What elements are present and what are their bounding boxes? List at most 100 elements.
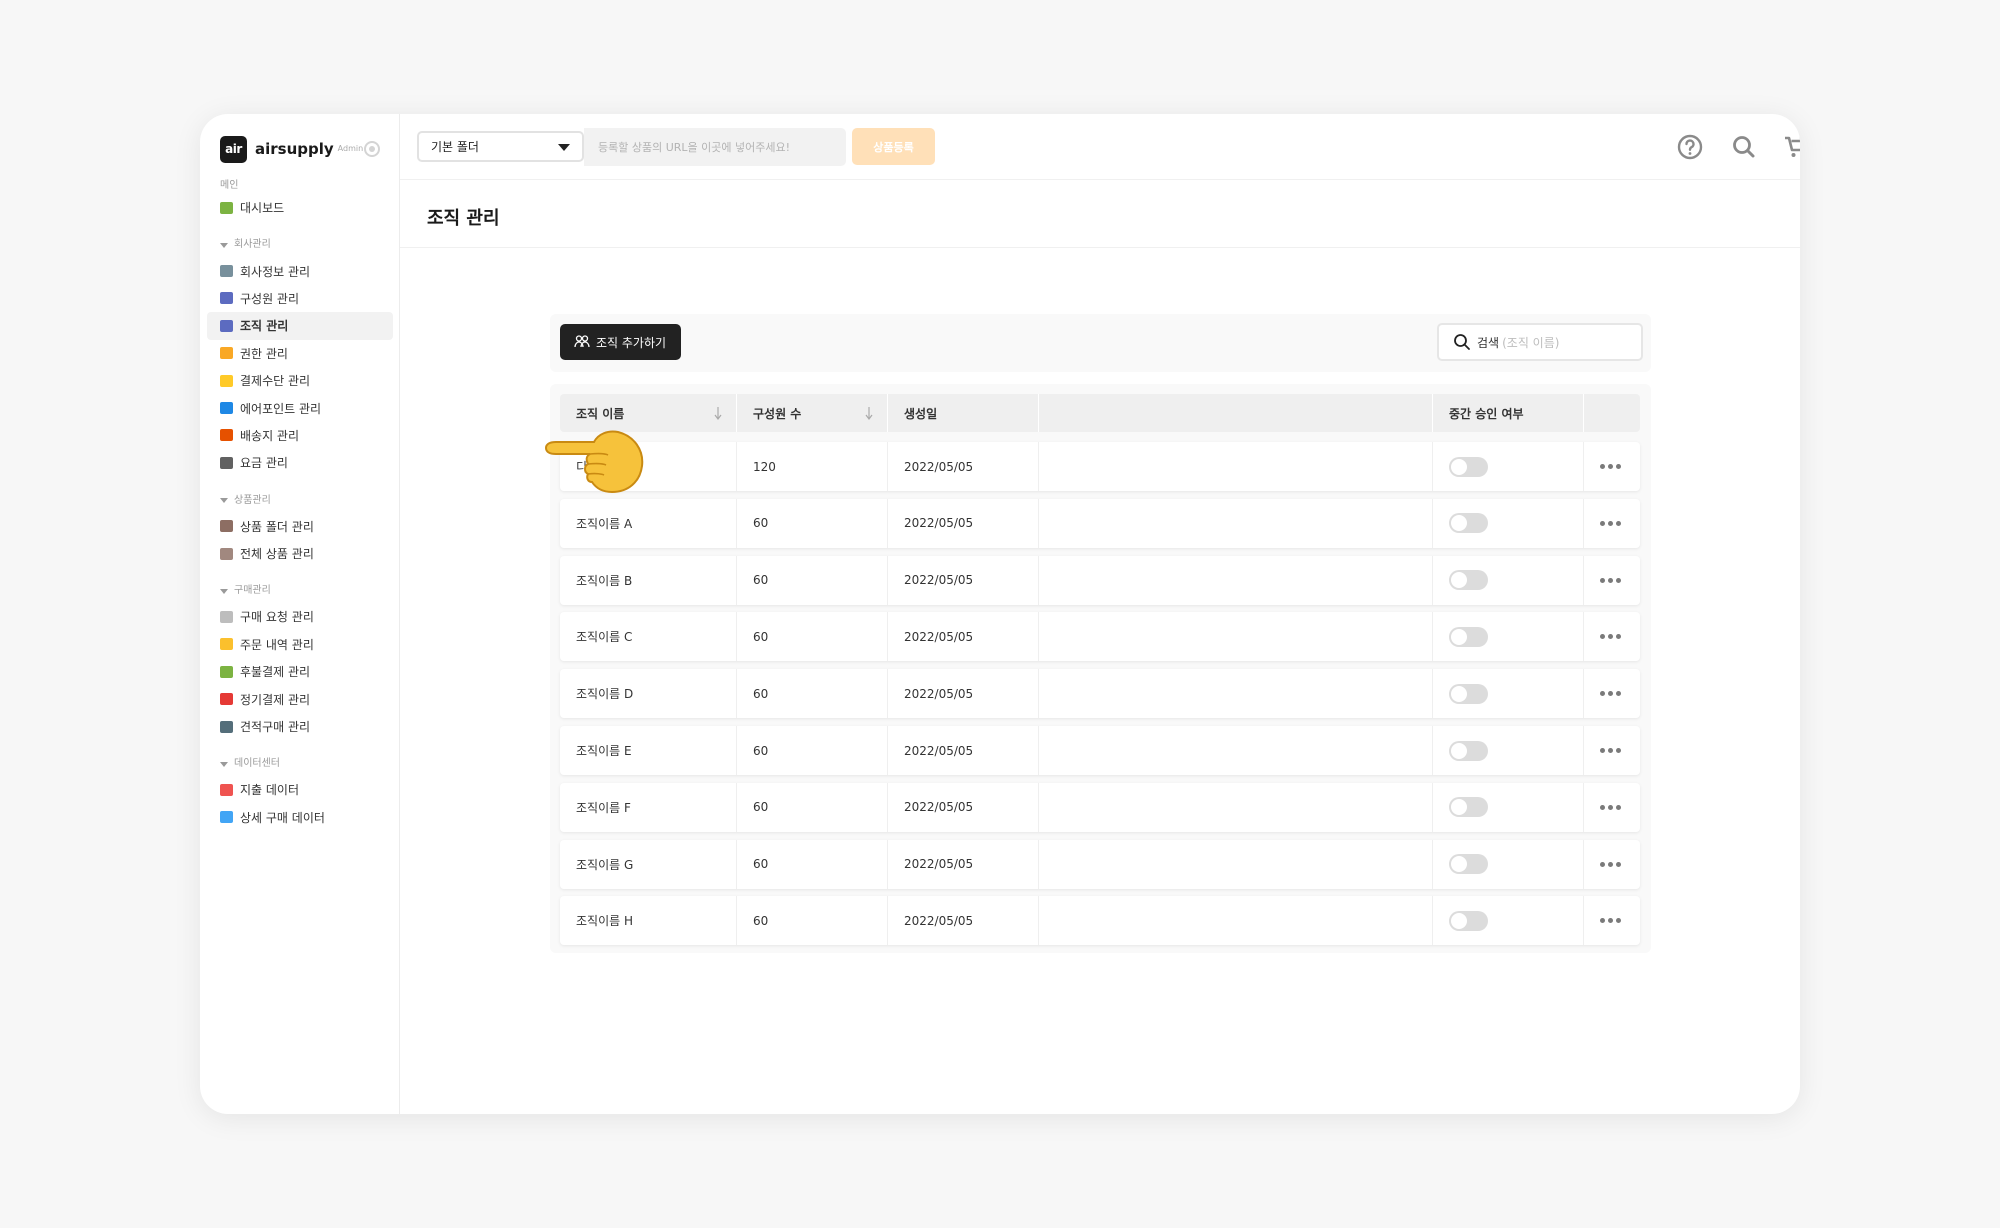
dot — [1608, 918, 1613, 924]
people-add-icon — [574, 335, 590, 348]
sort-arrow-icon[interactable] — [865, 406, 873, 420]
more-options-icon[interactable] — [1600, 577, 1621, 583]
sidebar-item-label: 상세 구매 데이터 — [240, 810, 325, 825]
column-header-approval: 중간 승인 여부 — [1433, 394, 1584, 432]
nav-group-title[interactable]: 데이터센터 — [200, 756, 400, 772]
more-options-icon[interactable] — [1600, 464, 1621, 469]
chevron-down-icon — [558, 144, 570, 151]
add-organization-label: 조직 추가하기 — [596, 335, 667, 350]
sidebar-item[interactable]: 지출 데이터 — [207, 776, 393, 803]
dot — [1616, 520, 1621, 526]
approval-toggle[interactable] — [1449, 683, 1488, 704]
sidebar-item[interactable]: 조직 관리 — [207, 312, 393, 340]
nav-group-title[interactable]: 구매관리 — [200, 583, 400, 599]
table-row[interactable]: 조직이름 E 60 2022/05/05 — [560, 726, 1640, 775]
approval-toggle[interactable] — [1449, 456, 1488, 477]
help-icon[interactable] — [1676, 133, 1704, 161]
cell-org-name: 조직이름 A — [560, 498, 737, 548]
sidebar-item-label: 주문 내역 관리 — [240, 637, 314, 652]
organization-search-input[interactable]: 검색 (조직 이름) — [1437, 323, 1643, 361]
add-organization-button[interactable]: 조직 추가하기 — [560, 324, 681, 360]
more-options-icon[interactable] — [1600, 918, 1621, 924]
more-options-icon[interactable] — [1600, 691, 1621, 697]
search-placeholder: (조직 이름) — [1502, 335, 1560, 350]
sidebar-item[interactable]: 후불결제 관리 — [207, 658, 393, 685]
pointing-hand-icon — [544, 430, 644, 494]
column-label: 생성일 — [904, 406, 938, 421]
cart-icon[interactable] — [1782, 133, 1800, 161]
search-icon[interactable] — [1730, 133, 1758, 161]
sidebar-item[interactable]: 정기결제 관리 — [207, 685, 393, 712]
sidebar-item[interactable]: 상세 구매 데이터 — [207, 804, 393, 831]
sidebar-item[interactable]: 결제수단 관리 — [207, 367, 393, 394]
settings-icon[interactable] — [364, 141, 380, 157]
sidebar-item[interactable]: 전체 상품 관리 — [207, 540, 393, 567]
cell-approval — [1433, 612, 1584, 662]
more-options-icon[interactable] — [1600, 861, 1621, 867]
approval-toggle[interactable] — [1449, 626, 1488, 647]
sidebar-item[interactable]: 상품 폴더 관리 — [207, 513, 393, 540]
sidebar-item[interactable]: 구매 요청 관리 — [207, 603, 393, 630]
table-row[interactable]: 조직이름 B 60 2022/05/05 — [560, 555, 1640, 605]
column-header-members[interactable]: 구성원 수 — [737, 394, 888, 432]
sort-arrow-icon[interactable] — [714, 406, 722, 420]
table-row[interactable]: 조직이름 F 60 2022/05/05 — [560, 782, 1640, 832]
table-row[interactable]: 조직이름 D 60 2022/05/05 — [560, 669, 1640, 719]
menu-item-icon — [220, 638, 233, 651]
sidebar-item[interactable]: 에어포인트 관리 — [207, 394, 393, 421]
cell-created-date: 2022/05/05 — [888, 726, 1039, 775]
cell-blank — [1039, 555, 1433, 605]
more-options-icon[interactable] — [1600, 520, 1621, 526]
sidebar-item[interactable]: 권한 관리 — [207, 340, 393, 367]
cell-blank — [1039, 782, 1433, 832]
url-input[interactable] — [584, 128, 846, 166]
table-row[interactable]: 조직이름 C 60 2022/05/05 — [560, 612, 1640, 662]
column-label: 중간 승인 여부 — [1449, 406, 1524, 421]
table-row[interactable]: 디자인팀1202022/05/05 — [560, 442, 1640, 491]
sidebar-item[interactable]: 주문 내역 관리 — [207, 631, 393, 658]
approval-toggle[interactable] — [1449, 513, 1488, 534]
sidebar-item[interactable]: 배송지 관리 — [207, 422, 393, 449]
more-options-icon[interactable] — [1600, 634, 1621, 640]
approval-toggle[interactable] — [1449, 740, 1488, 761]
sidebar-item[interactable]: 견적구매 관리 — [207, 713, 393, 740]
cell-blank — [1039, 839, 1433, 889]
table-row[interactable]: 조직이름 A 60 2022/05/05 — [560, 498, 1640, 548]
cell-actions — [1584, 612, 1640, 661]
nav-group-title[interactable]: 상품관리 — [200, 493, 400, 509]
sidebar-item-label: 구매 요청 관리 — [240, 610, 314, 625]
more-options-icon[interactable] — [1600, 804, 1621, 810]
sidebar-item[interactable]: 요금 관리 — [207, 449, 393, 476]
register-product-button[interactable]: 상품등록 — [852, 128, 935, 165]
cell-blank — [1039, 442, 1433, 491]
approval-toggle[interactable] — [1449, 910, 1488, 931]
menu-item-icon — [220, 456, 233, 469]
sidebar-item[interactable]: 회사정보 관리 — [207, 257, 393, 284]
sidebar-item-label: 배송지 관리 — [240, 428, 300, 443]
sidebar-nav: 메인 대시보드 회사관리 회사정보 관리 구성원 관리 조직 관리 권한 관리 결제수단 … — [200, 178, 400, 847]
approval-toggle[interactable] — [1449, 797, 1488, 818]
sidebar-item-dashboard[interactable]: 대시보드 — [207, 194, 393, 221]
table-row[interactable]: 조직이름 G 60 2022/05/05 — [560, 839, 1640, 889]
dot — [1600, 748, 1605, 753]
approval-toggle[interactable] — [1449, 570, 1488, 591]
folder-select[interactable]: 기본 폴더 — [417, 131, 584, 162]
dot — [1608, 634, 1613, 640]
cell-actions — [1584, 726, 1640, 775]
sidebar-item[interactable]: 구성원 관리 — [207, 285, 393, 312]
organization-table: 조직 이름 구성원 수 생성일 중간 승인 여부 디자인팀1202022/05/… — [550, 384, 1651, 953]
more-options-icon[interactable] — [1600, 748, 1621, 753]
table-row[interactable]: 조직이름 H 60 2022/05/05 — [560, 896, 1640, 946]
dot — [1616, 577, 1621, 583]
cell-approval — [1433, 669, 1584, 719]
brand[interactable]: air airsupply Admin — [220, 134, 390, 164]
approval-toggle[interactable] — [1449, 854, 1488, 875]
brand-logo: air — [220, 135, 247, 163]
cell-actions — [1584, 499, 1640, 548]
sidebar-item-label: 지출 데이터 — [240, 783, 300, 798]
dot — [1600, 464, 1605, 469]
dot — [1616, 918, 1621, 924]
menu-item-icon — [220, 720, 233, 733]
nav-group-title[interactable]: 회사관리 — [200, 237, 400, 253]
cell-member-count: 60 — [737, 782, 888, 832]
